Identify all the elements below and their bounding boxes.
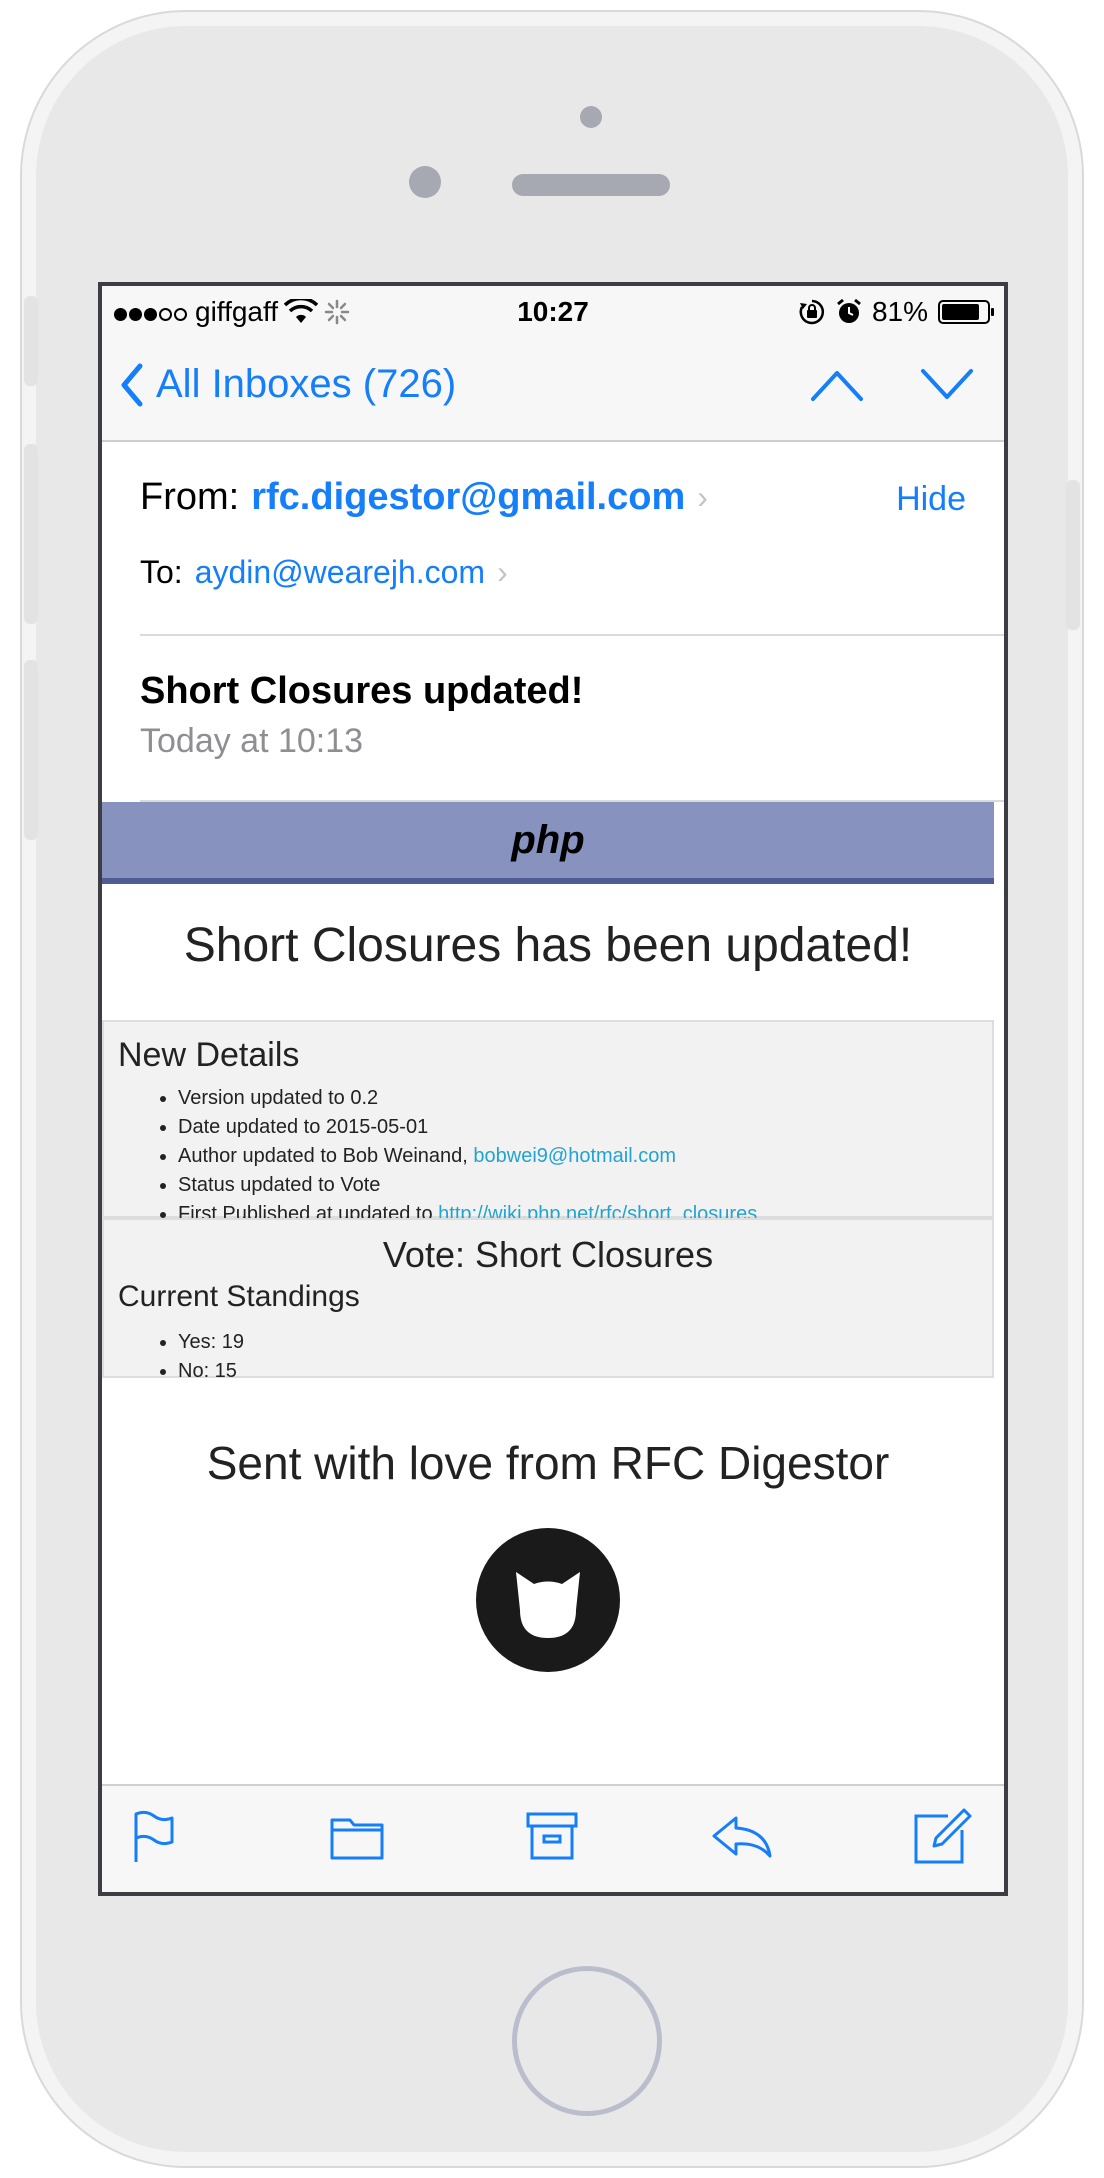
hide-details-button[interactable]: Hide	[896, 480, 966, 519]
github-octocat-icon[interactable]	[476, 1528, 620, 1672]
email-headline: Short Closures has been updated!	[183, 919, 913, 972]
compose-icon[interactable]	[912, 1804, 972, 1866]
rotation-lock-icon	[799, 299, 824, 325]
vote-section: Vote: Short Closures Current Standings Y…	[102, 1218, 994, 1382]
new-details-title: New Details	[118, 1036, 300, 1074]
email-footer-text: Sent with love from RFC Digestor	[206, 1437, 890, 1489]
chevron-right-icon: ›	[497, 554, 508, 590]
home-button[interactable]	[512, 1966, 662, 2116]
battery-icon	[938, 300, 994, 324]
divider	[140, 634, 1004, 636]
standings-list: Yes: 19 No: 15	[158, 1328, 244, 1386]
bottom-toolbar	[102, 1784, 1004, 1892]
list-item: Status updated to Vote	[178, 1171, 757, 1200]
folder-icon[interactable]	[330, 1814, 384, 1860]
screen: giffgaff 10:27 81% All Inboxes (726) Fro…	[98, 282, 1008, 1896]
php-banner: php	[102, 802, 994, 884]
list-item: Date updated to 2015-05-01	[178, 1113, 757, 1142]
to-address[interactable]: aydin@wearejh.com	[195, 554, 485, 591]
status-right: 81%	[798, 296, 994, 328]
php-logo: php	[511, 818, 585, 862]
to-row: To: aydin@wearejh.com ›	[140, 554, 508, 591]
vote-title: Vote: Short Closures	[382, 1234, 714, 1275]
chevron-up-icon[interactable]	[810, 368, 864, 402]
volume-down-button[interactable]	[24, 660, 38, 840]
email-date: Today at 10:13	[140, 722, 364, 760]
chevron-left-icon	[121, 363, 143, 406]
mute-switch[interactable]	[24, 296, 38, 386]
battery-percent: 81%	[871, 296, 928, 327]
flag-icon[interactable]	[132, 1808, 176, 1864]
proximity-sensor	[409, 166, 441, 198]
to-label: To:	[140, 554, 183, 590]
from-address[interactable]: rfc.digestor@gmail.com	[251, 476, 685, 519]
alarm-icon	[837, 298, 861, 323]
message-navigation	[810, 368, 974, 402]
chevron-down-icon[interactable]	[920, 368, 974, 402]
chevron-right-icon: ›	[697, 479, 708, 515]
from-row: From: rfc.digestor@gmail.com ›	[140, 476, 708, 519]
archive-icon[interactable]	[526, 1810, 578, 1862]
details-list: Version updated to 0.2 Date updated to 2…	[158, 1084, 757, 1229]
power-button[interactable]	[1066, 480, 1080, 630]
volume-up-button[interactable]	[24, 444, 38, 624]
author-email-link[interactable]: bobwei9@hotmail.com	[473, 1145, 676, 1167]
reply-icon[interactable]	[710, 1814, 774, 1860]
new-details-section: New Details Version updated to 0.2 Date …	[102, 1020, 994, 1225]
status-bar: giffgaff 10:27 81%	[102, 286, 1004, 338]
back-to-inboxes-button[interactable]: All Inboxes (726)	[120, 362, 456, 407]
earpiece-speaker	[512, 174, 670, 196]
email-subject: Short Closures updated!	[140, 670, 584, 712]
from-label: From:	[140, 476, 240, 518]
navigation-bar: All Inboxes (726)	[102, 338, 1004, 442]
list-item: Version updated to 0.2	[178, 1084, 757, 1113]
list-item: Author updated to Bob Weinand, bobwei9@h…	[178, 1142, 757, 1171]
back-label: All Inboxes (726)	[156, 362, 457, 406]
current-standings-title: Current Standings	[118, 1280, 360, 1313]
list-item: No: 15	[178, 1357, 244, 1386]
list-item: Yes: 19	[178, 1328, 244, 1357]
front-camera	[580, 106, 602, 128]
